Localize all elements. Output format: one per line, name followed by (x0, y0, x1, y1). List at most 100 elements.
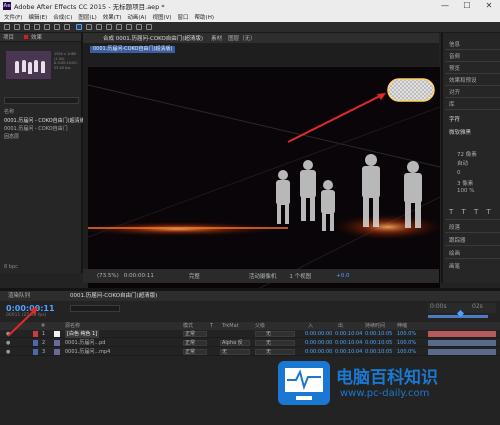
site-watermark: 电脑百科知识 www.pc-daily.com (270, 353, 500, 423)
viewer-tabs: 合成 0001.历届问-COKO自由门(超清版) 素材 图层（无） (83, 33, 439, 43)
zoom-dropdown[interactable]: (73.5%) (97, 273, 119, 279)
menu-edit[interactable]: 编辑(E) (28, 13, 47, 21)
thumbnail-info: 1920 x 1080 (1.00) Δ 0:00:10:00, 25.00 f… (54, 52, 78, 70)
text-style-buttons[interactable]: T T T T (449, 208, 494, 216)
menu-animation[interactable]: 动画(A) (127, 13, 146, 21)
col-t: T (210, 323, 214, 329)
name-column-header[interactable]: 名称 (4, 108, 14, 115)
exposure-value[interactable]: +0.0 (336, 273, 349, 279)
project-panel-tabs: 项目 效果 (0, 33, 81, 42)
tab-composition[interactable]: 合成 0001.历届问-COKO自由门(超清版) (103, 34, 203, 42)
comp-breadcrumb[interactable]: 0001.历届问-COKO自由门(超清版) (90, 46, 176, 53)
layer-out[interactable]: 0:00:10:04 (335, 339, 362, 347)
tab-layer[interactable]: 图层（无） (228, 34, 256, 42)
layer-parent: 无 (266, 331, 272, 337)
panel-libraries[interactable]: 库 (449, 100, 455, 108)
close-button[interactable]: ✕ (478, 0, 500, 12)
viewer-timecode[interactable]: 0:00:00:11 (124, 273, 154, 279)
menu-effect[interactable]: 效果(T) (103, 13, 122, 21)
selection-tool-icon[interactable] (14, 24, 20, 30)
tools-toolbar (0, 22, 500, 33)
roto-brush-tool-icon[interactable] (136, 24, 142, 30)
menu-view[interactable]: 视图(V) (152, 13, 171, 21)
layer-duration-bar[interactable] (428, 340, 496, 346)
app-logo-icon: Ae (3, 2, 11, 10)
layer-in[interactable]: 0:00:00:00 (305, 330, 332, 338)
layer-mode: 正常 (185, 331, 196, 337)
composition-canvas[interactable] (88, 67, 440, 299)
layer-mode: 正常 (185, 349, 196, 355)
layer-duration-bar[interactable] (428, 331, 496, 337)
minimize-button[interactable]: — (434, 0, 456, 12)
panel-tracker[interactable]: 跟踪器 (449, 236, 466, 244)
pan-behind-tool-icon[interactable] (64, 24, 70, 30)
type-tool-icon[interactable] (96, 24, 102, 30)
stroke-width-field[interactable]: 3 像素 (457, 179, 473, 187)
layer-out[interactable]: 0:00:10:04 (335, 330, 362, 338)
pen-tool-icon[interactable] (86, 24, 92, 30)
col-mode: 模式 (183, 323, 194, 329)
menu-help[interactable]: 帮助(H) (195, 13, 214, 21)
scale-field[interactable]: 100 % (457, 188, 474, 194)
panel-audio[interactable]: 音频 (449, 52, 460, 60)
tab-footage[interactable]: 素材 (211, 34, 222, 42)
project-item-solids-folder[interactable]: 固态层 (4, 133, 19, 140)
views-dropdown[interactable]: 1 个视图 (289, 272, 311, 280)
panel-paragraph[interactable]: 段落 (449, 223, 460, 231)
home-tool-icon[interactable] (4, 24, 10, 30)
panel-paint[interactable]: 绘画 (449, 249, 460, 257)
project-item-footage[interactable]: 0001.历届问 - COKO自由门 (4, 125, 68, 132)
watermark-brand: 电脑百科知识 (336, 368, 438, 388)
rectangle-mask-tool-icon[interactable] (76, 24, 82, 30)
layer-parent: 无 (266, 340, 272, 346)
panel-align[interactable]: 对齐 (449, 88, 460, 96)
menu-bar: 文件(F) 编辑(E) 合成(C) 图层(L) 效果(T) 动画(A) 视图(V… (0, 12, 500, 22)
tab-project[interactable]: 项目 (3, 33, 14, 41)
zoom-tool-icon[interactable] (34, 24, 40, 30)
tracking-field[interactable]: 0 (457, 170, 461, 176)
effect-controls-icon (24, 35, 29, 39)
panel-character[interactable]: 字符 (449, 115, 460, 123)
menu-composition[interactable]: 合成(C) (53, 13, 72, 21)
eraser-tool-icon[interactable] (126, 24, 132, 30)
title-bar: Ae Adobe After Effects CC 2015 - 无标题项目.a… (0, 0, 500, 12)
watermark-url: www.pc-daily.com (340, 388, 430, 399)
layer-duration[interactable]: 0:00:10:05 (365, 330, 392, 338)
panel-effects-presets[interactable]: 效果和预设 (449, 76, 477, 84)
clone-stamp-tool-icon[interactable] (116, 24, 122, 30)
menu-layer[interactable]: 图层(L) (78, 13, 96, 21)
puppet-tool-icon[interactable] (146, 24, 152, 30)
layer-in[interactable]: 0:00:00:00 (305, 339, 332, 347)
tab-effect-controls[interactable]: 效果 (31, 33, 42, 41)
col-duration: 持续时间 (365, 323, 386, 329)
font-family-dropdown[interactable]: 微软雅黑 (449, 128, 471, 136)
rotate-tool-icon[interactable] (44, 24, 50, 30)
camera-tool-icon[interactable] (54, 24, 60, 30)
menu-window[interactable]: 窗口 (178, 13, 189, 21)
layer-mode: 正常 (185, 340, 196, 346)
leading-field[interactable]: 自动 (457, 159, 468, 167)
col-parent: 父级 (255, 323, 266, 329)
parent-dropdown[interactable] (255, 340, 295, 346)
project-search-input[interactable] (4, 97, 79, 104)
layer-stretch[interactable]: 100.0% (397, 339, 416, 347)
layer-stretch[interactable]: 100.0% (397, 330, 416, 338)
layer-trkmat: 无 (222, 349, 228, 355)
font-size-field[interactable]: 72 像素 (457, 150, 477, 158)
camera-dropdown[interactable]: 活动摄像机 (249, 272, 277, 280)
parent-dropdown[interactable] (255, 331, 295, 337)
tab-timeline-comp[interactable]: 0001.历届问-COKO自由门(超清版) (70, 291, 157, 301)
col-in: 入 (308, 323, 314, 329)
brush-tool-icon[interactable] (106, 24, 112, 30)
panel-preview[interactable]: 预览 (449, 64, 460, 72)
panel-brushes[interactable]: 画笔 (449, 262, 460, 270)
annotation-arrow-timeline (7, 307, 38, 337)
hand-tool-icon[interactable] (24, 24, 30, 30)
menu-file[interactable]: 文件(F) (4, 13, 22, 21)
resolution-dropdown[interactable]: 完整 (189, 272, 200, 280)
project-item-comp[interactable]: 0001.历届问 - COKO自由门(超清版) (4, 117, 87, 124)
panel-info[interactable]: 信息 (449, 40, 460, 48)
bpc-indicator[interactable]: 8 bpc (4, 264, 18, 270)
layer-duration[interactable]: 0:00:10:05 (365, 339, 392, 347)
maximize-button[interactable]: ☐ (456, 0, 478, 12)
